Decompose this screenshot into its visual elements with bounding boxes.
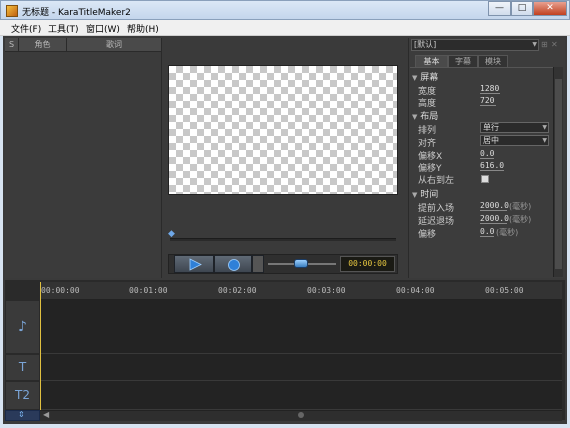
section-time-title: 时间 — [420, 190, 439, 200]
playhead[interactable] — [40, 282, 41, 410]
window-title: 无标题 - KaraTitleMaker2 — [22, 8, 131, 18]
lyrics-panel[interactable] — [5, 38, 162, 278]
delay-exit-unit: (毫秒) — [509, 215, 532, 224]
time-display: 00:00:00 — [340, 256, 395, 272]
track-header-text1[interactable]: T — [5, 354, 40, 381]
tab-basic[interactable]: 基本 — [415, 55, 448, 67]
maximize-button[interactable]: □ — [511, 1, 533, 16]
play-icon — [189, 258, 202, 271]
music-note-icon: ♪ — [18, 319, 27, 335]
menu-help[interactable]: 帮助(H) — [127, 22, 159, 35]
delay-exit-input[interactable]: 2000.0 — [480, 214, 509, 224]
close-button[interactable]: ✕ — [533, 1, 567, 16]
offset-y-input[interactable]: 616.0 — [480, 161, 504, 171]
collapse-icon: ▼ — [412, 191, 418, 199]
record-button[interactable] — [214, 255, 252, 273]
scrollbar-thumb[interactable] — [555, 79, 562, 269]
pre-enter-input[interactable]: 2000.0 — [480, 201, 509, 211]
text-track-2-icon: T2 — [15, 388, 30, 402]
time-offset-input[interactable]: 0.0 — [480, 227, 494, 237]
time-ruler[interactable] — [40, 282, 562, 300]
arrange-select-value: 单行 — [483, 123, 499, 132]
play-button[interactable] — [174, 255, 214, 273]
preset-select[interactable]: [默认] ▼ — [411, 39, 539, 51]
preset-select-value: [默认] — [414, 40, 437, 49]
pre-enter-label: 提前入场 — [418, 204, 455, 214]
chevron-down-icon: ▼ — [532, 41, 537, 48]
track-header-music[interactable]: ♪ — [5, 300, 40, 354]
align-select-value: 居中 — [483, 136, 499, 145]
section-time[interactable]: ▼ 时间 — [412, 187, 438, 200]
chevron-down-icon: ▼ — [542, 137, 547, 144]
ruler-tick-label: 00:03:00 — [307, 286, 346, 295]
ruler-tick-label: 00:00:00 — [41, 286, 80, 295]
record-icon — [228, 259, 240, 271]
minimize-button[interactable]: — — [488, 1, 511, 16]
rtl-checkbox[interactable] — [481, 175, 489, 183]
collapse-icon: ▼ — [412, 113, 418, 121]
seek-bar[interactable] — [170, 238, 396, 241]
column-header-lyrics[interactable]: 歌词 — [67, 38, 162, 52]
track-music[interactable] — [40, 300, 562, 354]
time-offset-unit: (毫秒) — [496, 228, 519, 237]
arrange-select[interactable]: 单行 ▼ — [480, 122, 549, 133]
text-track-icon: T — [18, 360, 27, 374]
arrange-label: 排列 — [418, 126, 437, 136]
scroll-left-icon[interactable]: ◀ — [43, 410, 49, 419]
section-layout[interactable]: ▼ 布局 — [412, 109, 438, 122]
time-offset-label: 偏移 — [418, 230, 437, 240]
menu-bar: 文件(F) 工具(T) 窗口(W) 帮助(H) — [0, 20, 570, 36]
ruler-tick-label: 00:04:00 — [396, 286, 435, 295]
ruler-tick-label: 00:02:00 — [218, 286, 257, 295]
ruler-tick-label: 00:01:00 — [129, 286, 168, 295]
close-panel-icon[interactable]: ✕ — [551, 40, 558, 49]
zoom-icon: ⇕ — [18, 410, 25, 419]
timeline-scrollbar[interactable]: ◀ — [40, 410, 562, 421]
rtl-label: 从右到左 — [418, 176, 455, 186]
menu-tools[interactable]: 工具(T) — [48, 22, 79, 35]
width-input[interactable]: 1280 — [480, 84, 500, 94]
zoom-control[interactable]: ⇕ — [5, 410, 40, 421]
chevron-down-icon: ▼ — [542, 124, 547, 131]
align-select[interactable]: 居中 ▼ — [480, 135, 549, 146]
title-bar: 无标题 - KaraTitleMaker2 — [0, 0, 570, 20]
section-screen-title: 屏幕 — [420, 73, 439, 83]
tab-module[interactable]: 模块 — [478, 55, 508, 67]
track-text1[interactable] — [40, 354, 562, 381]
properties-scrollbar[interactable] — [553, 67, 563, 277]
menu-file[interactable]: 文件(F) — [11, 22, 41, 35]
height-input[interactable]: 720 — [480, 96, 496, 106]
menu-window[interactable]: 窗口(W) — [86, 22, 120, 35]
pin-icon[interactable]: ⊞ — [541, 40, 548, 49]
column-header-s[interactable]: S — [5, 38, 19, 52]
track-text2[interactable] — [40, 381, 562, 410]
scrollbar-thumb[interactable] — [298, 412, 304, 418]
align-label: 对齐 — [418, 139, 437, 149]
track-header-text2[interactable]: T2 — [5, 381, 40, 410]
section-screen[interactable]: ▼ 屏幕 — [412, 70, 438, 83]
offset-x-input[interactable]: 0.0 — [480, 149, 494, 159]
volume-slider-handle[interactable] — [294, 259, 308, 268]
stop-button[interactable] — [252, 255, 264, 273]
section-layout-title: 布局 — [420, 112, 439, 122]
collapse-icon: ▼ — [412, 74, 418, 82]
ruler-tick-label: 00:05:00 — [485, 286, 524, 295]
delay-exit-label: 延迟退场 — [418, 217, 455, 227]
app-icon — [6, 5, 18, 17]
tab-underline — [410, 67, 553, 68]
column-header-role[interactable]: 角色 — [19, 38, 67, 52]
video-preview[interactable] — [168, 65, 398, 195]
tab-subtitle[interactable]: 字幕 — [448, 55, 478, 67]
height-label: 高度 — [418, 99, 437, 109]
pre-enter-unit: (毫秒) — [509, 202, 532, 211]
